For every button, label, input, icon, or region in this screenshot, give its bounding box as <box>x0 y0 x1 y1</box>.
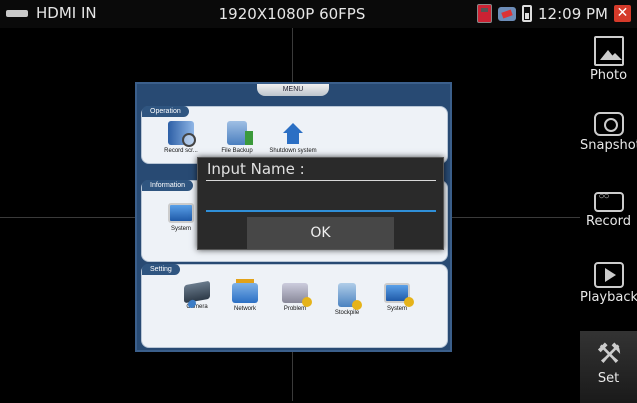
camera-setting-item[interactable]: Camera <box>172 280 222 310</box>
sidebar: Photo Snapshot Record Playback Set <box>580 28 637 403</box>
item-label: Problem <box>283 306 307 312</box>
clock: 12:09 PM <box>538 4 608 23</box>
set-label: Set <box>597 371 620 386</box>
problem-setting-item[interactable]: Problem <box>270 283 320 312</box>
name-input[interactable] <box>206 186 436 212</box>
item-label: Shutdown system <box>269 148 317 154</box>
status-icons: 12:09 PM ✕ <box>477 4 631 23</box>
stockpile-setting-item[interactable]: Stockpile <box>322 283 372 316</box>
menu-title: MENU <box>257 84 329 96</box>
operation-group: Operation Record scr... File Backup Shut… <box>141 106 448 164</box>
system-setting-item[interactable]: System <box>372 283 422 312</box>
network-icon <box>232 279 258 303</box>
system-settings-icon <box>384 283 414 307</box>
item-label: Stockpile <box>334 310 360 316</box>
playback-button[interactable]: Playback <box>580 252 637 324</box>
home-icon <box>280 121 306 145</box>
input-name-dialog: Input Name : OK <box>197 157 444 250</box>
setting-group: Setting Camera Network Problem Stockpile… <box>141 264 448 348</box>
network-icon <box>498 6 517 21</box>
record-status-icon <box>477 4 493 23</box>
battery-icon <box>522 5 533 22</box>
camera-icon <box>184 280 210 304</box>
problem-icon <box>282 283 312 307</box>
film-search-icon <box>168 121 196 147</box>
group-title: Setting <box>142 264 180 275</box>
dialog-title: Input Name : <box>207 160 305 178</box>
record-label: Record <box>586 214 631 229</box>
item-label: System <box>386 306 407 312</box>
photo-label: Photo <box>589 68 628 83</box>
file-backup-item[interactable]: File Backup <box>212 121 262 154</box>
photo-icon <box>593 36 624 66</box>
group-title: Information <box>142 180 194 191</box>
set-button[interactable]: Set <box>580 331 637 403</box>
camera-icon <box>593 112 624 136</box>
photo-button[interactable]: Photo <box>580 28 637 100</box>
playback-label: Playback <box>580 290 637 305</box>
group-title: Operation <box>142 106 189 117</box>
monitor-icon <box>168 203 194 223</box>
file-backup-icon <box>227 121 253 145</box>
shutdown-system-item[interactable]: Shutdown system <box>268 121 318 154</box>
item-label: File Backup <box>221 148 253 154</box>
stockpile-icon <box>338 283 362 310</box>
close-icon[interactable]: ✕ <box>614 5 631 22</box>
status-bar: HDMI IN 1920X1080P 60FPS 12:09 PM ✕ <box>0 0 637 28</box>
snapshot-button[interactable]: Snapshot <box>580 100 637 172</box>
item-label: Camera <box>186 304 208 310</box>
item-label: Record scr... <box>164 148 198 154</box>
tools-icon <box>594 337 624 370</box>
item-label: Network <box>233 306 256 312</box>
video-record-icon <box>593 191 624 212</box>
snapshot-label: Snapshot <box>580 138 637 153</box>
record-button[interactable]: Record <box>580 178 637 250</box>
ok-button[interactable]: OK <box>247 217 394 249</box>
record-screen-item[interactable]: Record scr... <box>156 121 206 154</box>
dialog-divider <box>206 180 436 181</box>
network-setting-item[interactable]: Network <box>220 279 270 312</box>
play-icon <box>593 262 624 288</box>
